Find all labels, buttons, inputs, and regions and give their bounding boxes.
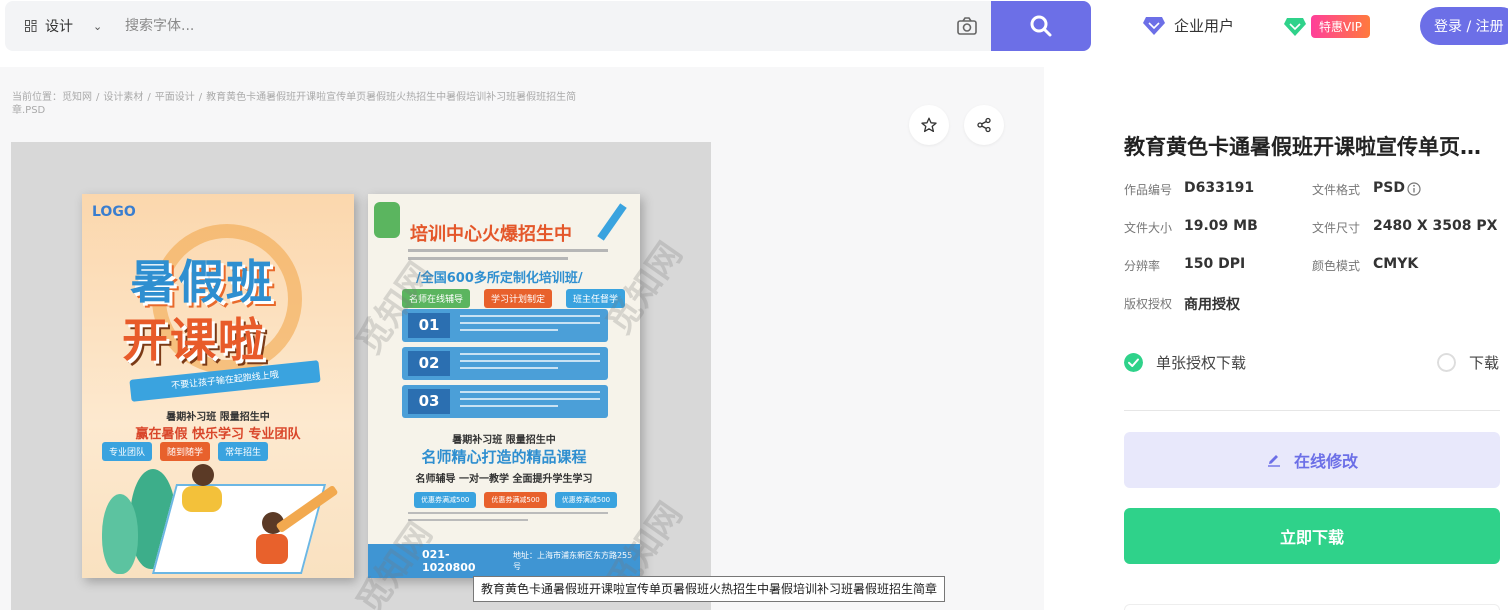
poster2-row: 01 <box>402 309 608 342</box>
pencil-icon <box>1267 455 1280 467</box>
favorite-button[interactable] <box>909 105 949 145</box>
poster-tags: 专业团队 随到随学 常年招生 <box>102 442 269 461</box>
breadcrumb-item[interactable]: 设计素材 <box>103 92 143 103</box>
search-button[interactable] <box>991 1 1091 51</box>
download-now-button[interactable]: 立即下载 <box>1124 508 1500 564</box>
edit-online-button[interactable]: 在线修改 <box>1124 432 1500 488</box>
field-label: 分辨率 <box>1124 259 1161 273</box>
poster2-row: 03 <box>402 385 608 418</box>
coupon: 优惠券满减500 <box>554 492 618 508</box>
field-value: 19.09 MB <box>1184 218 1258 234</box>
check-circle-icon <box>1124 353 1143 372</box>
poster2-tag: 学习计划制定 <box>484 289 553 308</box>
license-single-label: 单张授权下载 <box>1156 354 1247 372</box>
poster-tag: 随到随学 <box>160 442 211 461</box>
image-tooltip: 教育黄色卡通暑假班开课啦宣传单页暑假班火热招生中暑假培训补习班暑假班招生简章 <box>473 576 946 602</box>
preview-image[interactable]: LOGO 暑假班 开课啦 不要让孩子输在起跑线上哦 暑期补习班 限量招生中 赢在… <box>11 142 711 610</box>
enterprise-label: 企业用户 <box>1174 17 1235 35</box>
field-value: 商用授权 <box>1184 297 1240 313</box>
field-value: CMYK <box>1373 256 1419 272</box>
field-label: 版权授权 <box>1124 297 1173 311</box>
poster-tag: 常年招生 <box>218 442 269 461</box>
coupon: 优惠券满减500 <box>484 492 547 508</box>
tree-illustration <box>102 494 138 574</box>
preview-panel: 当前位置：觅知网 / 设计素材 / 平面设计 / 教育黄色卡通暑假班开课啦宣传单页暑假班火热… <box>0 67 1044 610</box>
poster2-title: 培训中心火爆招生中 <box>410 224 572 245</box>
poster2-subline-2: 名师精心打造的精品课程 <box>421 448 587 466</box>
chevron-down-icon: ⌄ <box>93 19 103 33</box>
breadcrumb: 当前位置：觅知网 / 设计素材 / 平面设计 / 教育黄色卡通暑假班开课啦宣传单页暑假班火热… <box>12 92 577 116</box>
breadcrumb-prefix: 当前位置： <box>12 92 62 103</box>
vip-badge: 特惠VIP <box>1311 15 1370 38</box>
diamond-icon <box>1143 16 1165 35</box>
poster2-row-number: 01 <box>408 313 450 338</box>
login-register-button[interactable]: 登录 / 注册 <box>1420 7 1508 45</box>
license-other-option[interactable]: 下载 <box>1437 352 1499 373</box>
category-dropdown[interactable]: 设计 ⌄ <box>25 16 102 36</box>
field-label: 文件大小 <box>1124 221 1173 235</box>
coupon: 优惠券满减500 <box>414 492 477 508</box>
category-label: 设计 <box>45 19 73 35</box>
poster2-tag: 班主任督学 <box>566 289 626 308</box>
next-card-edge <box>1124 604 1500 610</box>
poster2-tags: 名师在线辅导 学习计划制定 班主任督学 <box>402 289 626 308</box>
poster-headline-1: 暑假班 <box>130 255 274 309</box>
poster-tag: 专业团队 <box>102 442 153 461</box>
poster2-row-number: 02 <box>408 351 450 376</box>
poster-headline-2: 开课啦 <box>122 313 266 367</box>
poster2-row-number: 03 <box>408 389 450 414</box>
poster2-coupons: 优惠券满减500 优惠券满减500 优惠券满减500 <box>414 492 618 508</box>
license-other-label: 下载 <box>1469 354 1500 372</box>
license-single-option[interactable]: 单张授权下载 <box>1124 352 1246 373</box>
poster-subline-2: 赢在暑假 快乐学习 专业团队 <box>135 427 301 442</box>
poster-logo: LOGO <box>92 204 136 220</box>
poster-back: 培训中心火爆招生中 /全国600多所定制化培训班/ 名师在线辅导 学习计划制定 … <box>368 194 640 578</box>
vip-diamond-icon <box>1284 17 1306 36</box>
breadcrumb-item[interactable]: 觅知网 <box>62 92 92 103</box>
poster2-subline-1: 暑期补习班 限量招生中 <box>452 435 556 446</box>
poster2-row: 02 <box>402 347 608 380</box>
field-value: 150 DPI <box>1184 256 1246 272</box>
search-box: 设计 ⌄ <box>5 1 1091 51</box>
star-icon <box>921 117 937 133</box>
poster2-tag: 名师在线辅导 <box>402 289 471 308</box>
field-value: PSD <box>1373 180 1405 196</box>
field-value: D633191 <box>1184 180 1255 196</box>
field-label: 颜色模式 <box>1312 259 1361 273</box>
poster-front: LOGO 暑假班 开课啦 不要让孩子输在起跑线上哦 暑期补习班 限量招生中 赢在… <box>82 194 354 578</box>
camera-icon[interactable] <box>957 17 977 35</box>
grid-icon <box>25 20 37 32</box>
poster2-address: 地址：上海市浦东新区东方路255号 <box>512 551 633 571</box>
item-title: 教育黄色卡通暑假班开课啦宣传单页暑假班火热招生中暑假培训补习班暑假班招生简章 <box>1124 135 1494 159</box>
share-icon <box>977 117 991 133</box>
poster2-contact-bar: 021-1020800 地址：上海市浦东新区东方路255号 <box>368 544 640 578</box>
top-bar: 设计 ⌄ 企业用户 特惠VIP 登录 / 注册 <box>0 0 1508 54</box>
search-icon <box>1030 15 1052 37</box>
radio-empty-icon <box>1437 353 1456 372</box>
info-icon[interactable] <box>1407 182 1421 196</box>
share-button[interactable] <box>964 105 1004 145</box>
field-value: 2480 X 3508 PX <box>1373 218 1498 234</box>
poster-subline-1: 暑期补习班 限量招生中 <box>166 412 270 423</box>
book-illustration <box>151 484 327 574</box>
breadcrumb-item[interactable]: 平面设计 <box>155 92 195 103</box>
field-label: 作品编号 <box>1124 183 1173 197</box>
field-label: 文件尺寸 <box>1312 221 1361 235</box>
field-label: 文件格式 <box>1312 183 1361 197</box>
edit-online-label: 在线修改 <box>1293 452 1358 471</box>
search-input[interactable] <box>125 15 825 37</box>
enterprise-user-link[interactable]: 企业用户 <box>1142 15 1234 36</box>
divider <box>1124 410 1500 411</box>
vip-link[interactable]: 特惠VIP <box>1283 15 1370 38</box>
poster2-headline: /全国600多所定制化培训班/ <box>416 271 583 286</box>
poster2-phone: 021-1020800 <box>422 548 476 574</box>
poster2-subline-3: 名师辅导 一对一教学 全面提升学生学习 <box>415 474 593 485</box>
